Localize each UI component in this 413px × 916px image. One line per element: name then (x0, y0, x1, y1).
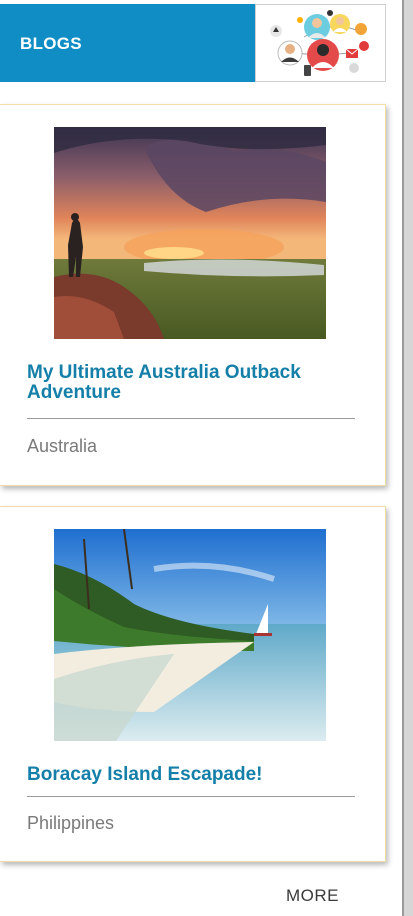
divider (27, 796, 355, 797)
post-title[interactable]: My Ultimate Australia Outback Adventure (27, 363, 357, 403)
divider (27, 418, 355, 419)
header-title: BLOGS (20, 34, 82, 53)
social-people-icon (255, 4, 386, 82)
post-location: Philippines (27, 813, 115, 833)
tropical-beach-photo[interactable] (54, 529, 326, 741)
outback-sunset-photo[interactable] (54, 127, 326, 339)
more-link[interactable]: MORE (286, 886, 339, 906)
post-location: Australia (27, 436, 98, 456)
post-title[interactable]: Boracay Island Escapade! (27, 765, 357, 785)
blogs-header: BLOGS (0, 4, 386, 82)
scrollbar-track[interactable] (402, 0, 413, 916)
blog-post-card[interactable]: My Ultimate Australia Outback Adventure … (0, 104, 386, 486)
blog-post-card[interactable]: Boracay Island Escapade! Philippines (0, 506, 386, 862)
